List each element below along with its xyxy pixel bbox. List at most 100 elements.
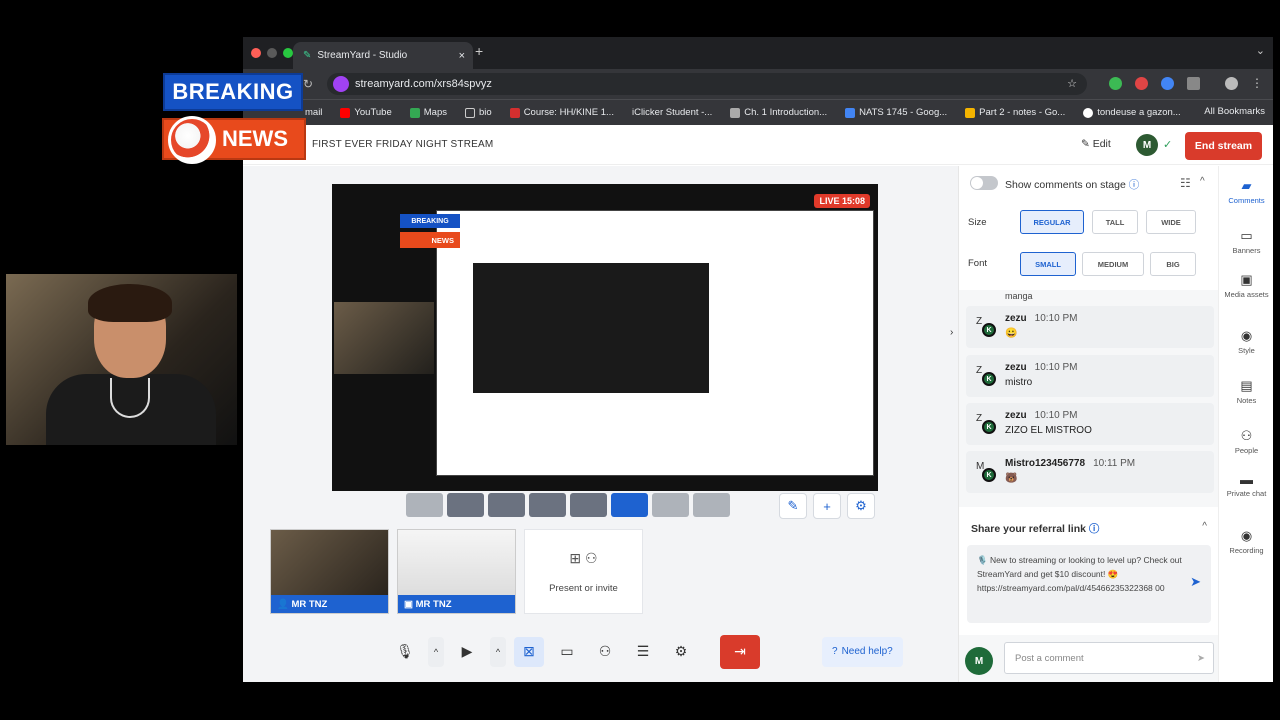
site-info-icon[interactable] [333, 76, 349, 92]
url-field[interactable]: streamyard.com/xrs84spvyz ☆ [327, 73, 1087, 95]
bookmark-item[interactable]: YouTube [340, 107, 392, 118]
rail-style[interactable]: ◉ Style [1219, 328, 1273, 355]
size-regular-option[interactable]: REGULAR [1020, 210, 1084, 234]
mic-options-chevron-icon[interactable]: ^ [428, 636, 444, 667]
tab-search-chevron-icon[interactable]: ⌄ [1256, 44, 1265, 57]
referral-title: Share your referral link [971, 523, 1086, 535]
banners-icon: ▭ [1240, 228, 1253, 243]
size-tall-option[interactable]: TALL [1092, 210, 1138, 234]
panel-collapse-chevron-icon[interactable]: › [950, 327, 953, 338]
docs-icon [845, 107, 856, 118]
rail-comments[interactable]: ▰ Comments [1219, 178, 1273, 205]
help-icon[interactable]: ⓘ [1129, 179, 1140, 191]
chrome-menu-icon[interactable]: ⋮ [1251, 76, 1263, 90]
layout-screen-selected[interactable] [611, 493, 648, 517]
layout-blank[interactable] [693, 493, 730, 517]
comment-item[interactable]: ZK zezu 10:10 PM mistro [966, 355, 1214, 397]
commenter-avatar: ZK [976, 413, 998, 435]
close-window-icon[interactable] [251, 48, 261, 58]
reload-icon[interactable]: ↻ [303, 77, 313, 91]
chevron-up-icon[interactable]: ^ [1202, 521, 1207, 532]
extension-icon[interactable] [1161, 77, 1174, 90]
tab-streamyard[interactable]: ✎ StreamYard - Studio × [293, 42, 473, 69]
all-bookmarks[interactable]: All Bookmarks [1204, 106, 1265, 117]
invite-guest-icon[interactable]: ⚇ [590, 637, 620, 667]
bookmark-item[interactable]: NATS 1745 - Goog... [845, 107, 947, 118]
filter-settings-icon[interactable]: ☷ [1180, 176, 1191, 190]
host-avatar[interactable]: M [1136, 134, 1158, 156]
help-icon: ? [832, 646, 838, 657]
stage-tools: ✎ + ⚙ [779, 493, 875, 519]
help-icon[interactable]: ⓘ [1089, 523, 1100, 535]
post-comment-input[interactable]: Post a comment ➤ [1004, 642, 1214, 674]
size-label: Size [968, 217, 987, 228]
record-icon: ◉ [1240, 528, 1253, 543]
referral-text: 🎙️ New to streaming or looking to level … [977, 555, 1182, 593]
stop-share-icon[interactable]: ⊠ [514, 636, 544, 667]
bookmark-star-icon[interactable]: ☆ [1067, 77, 1077, 90]
bookmark-item[interactable]: mail [305, 107, 322, 118]
participants-strip: 👤 MR TNZ ▣ MR TNZ ⊞ ⚇ Present or invite [270, 529, 643, 614]
bookmark-item[interactable]: Part 2 - notes - Go... [965, 107, 1065, 118]
new-tab-icon[interactable]: + [475, 43, 483, 59]
tab-strip: ✎ StreamYard - Studio × + ⌄ [243, 37, 1273, 69]
add-layout-icon[interactable]: + [813, 493, 841, 519]
profile-avatar[interactable] [1225, 77, 1238, 90]
comment-item[interactable]: MK Mistro123456778 10:11 PM 🐻 [966, 451, 1214, 493]
stage-area: BREAKING NEWS LIVE 15:08 ✎ + ⚙ 👤 MR TNZ … [243, 166, 958, 682]
bookmark-item[interactable]: iClicker Student -... [632, 107, 712, 118]
comment-item[interactable]: ZK zezu 10:10 PM 😀 [966, 306, 1214, 348]
page-icon [730, 107, 741, 118]
bookmark-item[interactable]: Maps [409, 107, 447, 118]
font-big-option[interactable]: BIG [1150, 252, 1196, 276]
person-chain [110, 378, 150, 418]
participant-screen[interactable]: ▣ MR TNZ [397, 529, 516, 614]
bookmark-item[interactable]: Ch. 1 Introduction... [730, 107, 827, 118]
maximize-window-icon[interactable] [283, 48, 293, 58]
layout-side-by-side[interactable] [570, 493, 607, 517]
extensions-puzzle-icon[interactable] [1187, 77, 1200, 90]
leave-studio-button[interactable]: ⇥ [720, 634, 760, 669]
layout-group-3[interactable] [488, 493, 525, 517]
chevron-up-icon[interactable]: ^ [1200, 176, 1205, 187]
bookmark-item[interactable]: bio [465, 107, 492, 118]
share-screen-icon[interactable]: ▭ [552, 637, 582, 667]
font-medium-option[interactable]: MEDIUM [1082, 252, 1144, 276]
gear-icon[interactable]: ⚙ [847, 493, 875, 519]
layout-leader[interactable] [529, 493, 566, 517]
rail-people[interactable]: ⚇ People [1219, 428, 1273, 455]
camera-icon[interactable]: ▶ [452, 637, 482, 667]
size-wide-option[interactable]: WIDE [1146, 210, 1196, 234]
minimize-window-icon[interactable] [267, 48, 277, 58]
layout-pip[interactable] [652, 493, 689, 517]
bookmark-item[interactable]: Course: HH/KINE 1... [509, 107, 614, 118]
rail-banners[interactable]: ▭ Banners [1219, 228, 1273, 255]
font-small-option[interactable]: SMALL [1020, 252, 1076, 276]
notes-icon[interactable]: ☰ [628, 637, 658, 667]
extension-icon[interactable] [1109, 77, 1122, 90]
need-help-button[interactable]: ? Need help? [822, 636, 903, 667]
rail-private-chat[interactable]: ▬ Private chat [1219, 472, 1273, 498]
edit-button[interactable]: ✎ Edit [1081, 138, 1111, 150]
youtube-icon [340, 107, 351, 118]
rail-recording[interactable]: ◉ Recording [1219, 528, 1273, 555]
bookmark-item[interactable]: tondeuse a gazon... [1083, 107, 1181, 118]
commenter-avatar: ZK [976, 365, 998, 387]
present-or-invite-tile[interactable]: ⊞ ⚇ Present or invite [524, 529, 643, 614]
layout-group[interactable] [447, 493, 484, 517]
send-icon[interactable]: ➤ [1190, 575, 1201, 589]
comment-item[interactable]: ZK zezu 10:10 PM ZIZO EL MISTROO [966, 403, 1214, 445]
rail-media-assets[interactable]: ▣ Media assets [1219, 272, 1273, 299]
tab-close-icon[interactable]: × [459, 50, 465, 62]
extension-icon[interactable] [1135, 77, 1148, 90]
participant-camera[interactable]: 👤 MR TNZ [270, 529, 389, 614]
microphone-icon[interactable]: 🎙 [390, 637, 420, 667]
layout-solo[interactable] [406, 493, 443, 517]
settings-gear-icon[interactable]: ⚙ [666, 637, 696, 667]
end-stream-button[interactable]: End stream [1185, 132, 1262, 160]
show-comments-toggle[interactable] [970, 176, 998, 190]
camera-options-chevron-icon[interactable]: ^ [490, 636, 506, 667]
pencil-icon[interactable]: ✎ [779, 493, 807, 519]
send-icon[interactable]: ➤ [1197, 653, 1205, 664]
rail-notes[interactable]: ▤ Notes [1219, 378, 1273, 405]
